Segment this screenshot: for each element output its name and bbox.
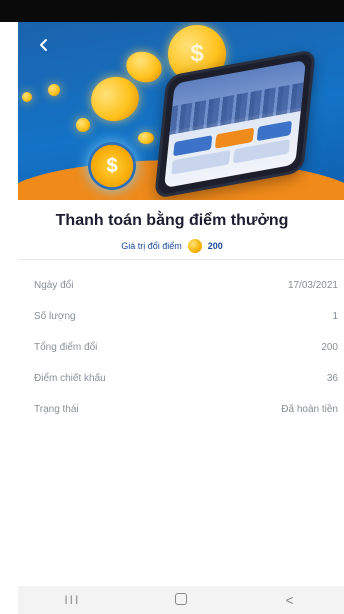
transaction-details: Ngày đổi 17/03/2021 Số lượng 1 Tổng điểm…: [34, 270, 338, 425]
home-button[interactable]: [151, 592, 211, 608]
coin-icon: [138, 132, 154, 144]
detail-label: Ngày đổi: [34, 280, 74, 291]
points-summary: Giá trị đổi điểm 200: [0, 239, 344, 253]
status-value: Đã hoàn tiền: [281, 404, 338, 415]
detail-value: 17/03/2021: [287, 280, 338, 291]
system-back-button[interactable]: <: [260, 592, 320, 608]
home-icon: [174, 592, 187, 605]
promo-banner: $ $: [18, 22, 344, 200]
status-bar: [0, 0, 344, 22]
detail-label: Trạng thái: [34, 404, 79, 415]
detail-row-quantity: Số lượng 1: [34, 301, 338, 332]
detail-row-date: Ngày đổi 17/03/2021: [34, 270, 338, 301]
detail-row-discount-points: Điểm chiết khấu 36: [34, 363, 338, 394]
coin-icon: [76, 118, 90, 132]
points-value: 200: [207, 241, 223, 251]
badge-symbol: $: [106, 154, 118, 177]
gold-coin-icon: [187, 239, 202, 253]
recent-apps-button[interactable]: III: [42, 593, 102, 607]
phone-tile: [256, 120, 292, 142]
detail-row-status: Trạng thái Đã hoàn tiền: [34, 394, 338, 425]
chevron-left-icon: [40, 39, 47, 51]
detail-value: 1: [332, 311, 338, 322]
divider: [18, 259, 344, 260]
coin-icon: [22, 92, 32, 102]
detail-value: 36: [326, 373, 338, 384]
page-title: Thanh toán bằng điểm thưởng: [55, 212, 289, 229]
back-button[interactable]: [34, 35, 54, 55]
detail-label: Tổng điểm đổi: [34, 342, 98, 353]
phone-screen: [164, 59, 306, 189]
detail-label: Điểm chiết khấu: [34, 373, 106, 384]
system-nav-bar: III <: [18, 586, 344, 614]
detail-row-total-points: Tổng điểm đổi 200: [34, 332, 338, 363]
detail-label: Số lượng: [34, 311, 76, 322]
detail-value: 200: [321, 342, 338, 353]
points-label: Giá trị đổi điểm: [121, 241, 182, 251]
coin-icon: [48, 84, 60, 96]
dollar-badge-icon: $: [88, 142, 136, 190]
